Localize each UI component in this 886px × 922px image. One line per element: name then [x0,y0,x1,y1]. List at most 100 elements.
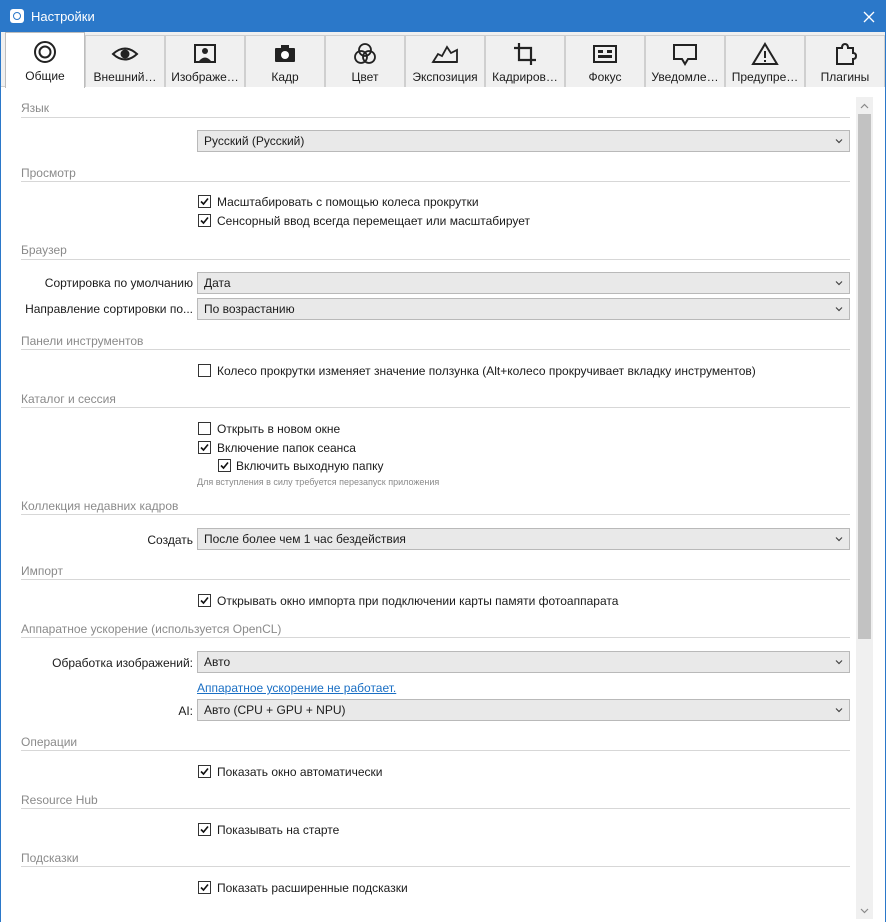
vertical-scrollbar[interactable] [856,97,873,919]
scroll-down-button[interactable] [856,902,873,919]
chevron-up-icon [860,103,869,108]
tab-warnings[interactable]: Предупре… [725,35,805,87]
tab-capture[interactable]: Кадр [245,35,325,87]
hardware-acceleration-link[interactable]: Аппаратное ускорение не работает. [197,681,396,695]
show-auto-label: Показать окно автоматически [217,765,383,779]
tab-color[interactable]: Цвет [325,35,405,87]
tab-exposure[interactable]: Экспозиция [405,35,485,87]
section-language-title: Язык [21,101,50,115]
checkmark-icon [200,883,209,892]
wheel-slider-checkbox[interactable] [198,364,211,377]
touch-label: Сенсорный ввод всегда перемещает или мас… [217,214,531,228]
checkmark-icon [200,596,209,605]
divider [21,259,850,260]
session-folders-label: Включение папок сеанса [217,441,356,455]
ai-label: AI: [178,704,193,718]
checkmark-icon [200,197,209,206]
section-tips-title: Подсказки [21,851,79,865]
chevron-down-icon [835,660,843,665]
section-toolbars-title: Панели инструментов [21,334,144,348]
output-folder-checkbox[interactable] [218,459,231,472]
checkmark-icon [200,216,209,225]
title-bar[interactable]: Настройки [1,1,885,32]
wheel-slider-label: Колесо прокрутки изменяет значение ползу… [217,364,756,378]
close-icon [863,11,875,22]
show-start-checkbox[interactable] [198,823,211,836]
divider [21,117,850,118]
output-folder-label: Включить выходную папку [236,459,384,473]
close-button[interactable] [853,1,885,32]
touch-checkbox[interactable] [198,214,211,227]
divider [21,514,850,515]
sort-direction-select[interactable]: По возрастанию [197,298,850,320]
image-processing-select[interactable]: Авто [197,651,850,673]
checkmark-icon [200,443,209,452]
notification-icon [673,44,697,66]
chevron-down-icon [860,908,869,913]
tab-appearance[interactable]: Внешний… [85,35,165,87]
section-recent-title: Коллекция недавних кадров [21,499,179,513]
focus-icon [593,45,617,63]
open-import-checkbox[interactable] [198,594,211,607]
open-new-window-checkbox[interactable] [198,422,211,435]
chevron-down-icon [835,708,843,713]
crop-icon [514,43,536,65]
divider [21,637,850,638]
tab-notifications[interactable]: Уведомле… [645,35,725,87]
divider [21,808,850,809]
exposure-icon [431,45,458,63]
divider [21,407,850,408]
divider [21,866,850,867]
extended-tips-checkbox[interactable] [198,881,211,894]
tab-plugins[interactable]: Плагины [805,35,885,87]
color-circles-icon [354,43,376,64]
image-processing-label: Обработка изображений: [52,656,193,670]
tab-image[interactable]: Изображе… [165,35,245,87]
checkmark-icon [200,825,209,834]
checkmark-icon [200,767,209,776]
sort-default-select[interactable]: Дата [197,272,850,294]
sort-direction-label: Направление сортировки по... [25,302,193,316]
open-import-label: Открывать окно импорта при подключении к… [217,594,619,608]
app-icon [10,9,24,23]
tab-bar: Общие Внешний… Изображе… Кадр Цвет Экспо… [1,32,885,88]
language-select[interactable]: Русский (Русский) [197,130,850,152]
sort-default-label: Сортировка по умолчанию [44,276,193,290]
zoom-wheel-label: Масштабировать с помощью колеса прокрутк… [217,195,479,209]
session-folders-checkbox[interactable] [198,441,211,454]
ai-select[interactable]: Авто (CPU + GPU + NPU) [197,699,850,721]
zoom-wheel-checkbox[interactable] [198,195,211,208]
tab-focus[interactable]: Фокус [565,35,645,87]
scrollbar-thumb[interactable] [858,114,871,639]
create-select[interactable]: После более чем 1 час бездействия [197,528,850,550]
chevron-down-icon [835,139,843,144]
chevron-down-icon [835,537,843,542]
divider [21,349,850,350]
tab-general[interactable]: Общие [5,32,85,88]
section-view-title: Просмотр [21,166,76,180]
section-operations-title: Операции [21,735,78,749]
eye-icon [111,47,139,61]
plugin-icon [836,42,858,65]
divider [21,750,850,751]
create-label: Создать [147,533,193,547]
general-icon [34,41,56,63]
chevron-down-icon [835,281,843,286]
section-browser-title: Браузер [21,243,67,257]
tab-crop[interactable]: Кадриров… [485,35,565,87]
show-auto-checkbox[interactable] [198,765,211,778]
extended-tips-label: Показать расширенные подсказки [217,881,408,895]
section-resource-hub-title: Resource Hub [21,793,98,807]
chevron-down-icon [835,307,843,312]
warning-icon [751,42,779,65]
checkmark-icon [220,461,229,470]
section-hardware-title: Аппаратное ускорение (используется OpenC… [21,622,282,636]
section-import-title: Импорт [21,564,63,578]
scroll-up-button[interactable] [856,97,873,114]
settings-content: Язык Русский (Русский) Просмотр Масштаби… [1,87,885,922]
show-start-label: Показывать на старте [217,823,340,837]
restart-hint: Для вступления в силу требуется перезапу… [197,477,440,487]
section-catalog-title: Каталог и сессия [21,392,116,406]
window-title: Настройки [31,9,95,24]
preferences-window: Настройки Общие Внешний… Изображе… Кадр … [0,0,886,922]
